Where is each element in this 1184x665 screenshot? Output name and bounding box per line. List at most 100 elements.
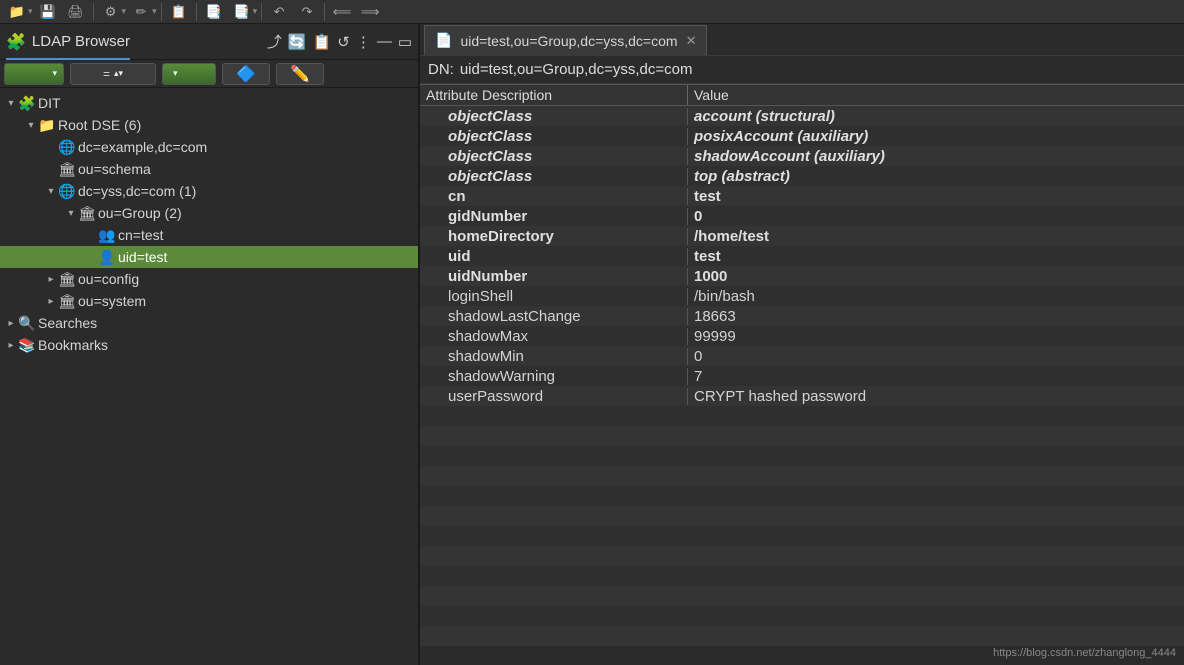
toolbar-btn-9[interactable]: ↷ bbox=[294, 2, 320, 22]
attr-name: shadowLastChange bbox=[420, 308, 688, 325]
tab-file-icon: 📄 bbox=[435, 32, 452, 49]
tree-row-5[interactable]: ▾🏛ou=Group (2) bbox=[0, 202, 418, 224]
attr-row-3[interactable]: objectClasstop (abstract) bbox=[420, 166, 1184, 186]
tree-node-icon: 📁 bbox=[38, 117, 56, 134]
tree-expander[interactable]: ▸ bbox=[44, 296, 58, 307]
attr-row-5[interactable]: gidNumber0 bbox=[420, 206, 1184, 226]
attr-name: loginShell bbox=[420, 288, 688, 305]
left-panel-header: 🧩 LDAP Browser ⤴🔄📋↺⋮—▭ bbox=[0, 24, 418, 60]
tree-expander[interactable]: ▾ bbox=[44, 186, 58, 197]
right-panel: 📄 uid=test,ou=Group,dc=yss,dc=com ✕ DN: … bbox=[420, 24, 1184, 665]
tree-row-3[interactable]: 🏛ou=schema bbox=[0, 158, 418, 180]
left-header-action-6[interactable]: ▭ bbox=[398, 33, 412, 51]
attr-row-4[interactable]: cntest bbox=[420, 186, 1184, 206]
attr-value: top (abstract) bbox=[688, 168, 1184, 185]
attributes-grid: Attribute Description Value objectClassa… bbox=[420, 84, 1184, 665]
attr-row-11[interactable]: shadowMax99999 bbox=[420, 326, 1184, 346]
left-header-action-5[interactable]: — bbox=[377, 33, 392, 50]
tree-node-icon: 🏛 bbox=[58, 271, 76, 288]
main-toolbar: 📁▾💾🖨⚙▾✏▾📋📑📑▾↶↷⟸⟹ bbox=[0, 0, 1184, 24]
left-panel: 🧩 LDAP Browser ⤴🔄📋↺⋮—▭ ▾ =▴▾ ▾ 🔷 ✏️ ▾🧩DI… bbox=[0, 24, 420, 665]
tab-close-icon[interactable]: ✕ bbox=[686, 33, 697, 49]
ldap-browser-icon: 🧩 bbox=[6, 32, 26, 52]
main-area: 🧩 LDAP Browser ⤴🔄📋↺⋮—▭ ▾ =▴▾ ▾ 🔷 ✏️ ▾🧩DI… bbox=[0, 24, 1184, 665]
tree-expander[interactable]: ▸ bbox=[44, 274, 58, 285]
tree-node-label: Searches bbox=[38, 315, 97, 331]
toolbar-btn-1[interactable]: 💾 bbox=[35, 2, 61, 22]
tree-row-11[interactable]: ▸📚Bookmarks bbox=[0, 334, 418, 356]
tree-node-label: DIT bbox=[38, 95, 61, 111]
tree-row-4[interactable]: ▾🌐dc=yss,dc=com (1) bbox=[0, 180, 418, 202]
tree-node-icon: 🏛 bbox=[78, 205, 96, 222]
tree-node-icon: 📚 bbox=[18, 337, 36, 354]
toolbar-btn-7[interactable]: 📑 bbox=[229, 2, 255, 22]
attr-row-empty bbox=[420, 426, 1184, 446]
attr-row-7[interactable]: uidtest bbox=[420, 246, 1184, 266]
tree-row-6[interactable]: 👥cn=test bbox=[0, 224, 418, 246]
filter-action-2[interactable]: ✏️ bbox=[276, 63, 324, 85]
watermark: https://blog.csdn.net/zhanglong_4444 bbox=[993, 647, 1176, 659]
attr-row-6[interactable]: homeDirectory/home/test bbox=[420, 226, 1184, 246]
attr-name: userPassword bbox=[420, 388, 688, 405]
tree-row-9[interactable]: ▸🏛ou=system bbox=[0, 290, 418, 312]
attr-row-8[interactable]: uidNumber1000 bbox=[420, 266, 1184, 286]
toolbar-btn-11[interactable]: ⟹ bbox=[357, 2, 383, 22]
attr-row-9[interactable]: loginShell/bin/bash bbox=[420, 286, 1184, 306]
tree-row-10[interactable]: ▸🔍Searches bbox=[0, 312, 418, 334]
tree-row-2[interactable]: 🌐dc=example,dc=com bbox=[0, 136, 418, 158]
filter-action-1[interactable]: 🔷 bbox=[222, 63, 270, 85]
grid-header-value[interactable]: Value bbox=[688, 85, 1184, 105]
attr-row-14[interactable]: userPasswordCRYPT hashed password bbox=[420, 386, 1184, 406]
attr-row-12[interactable]: shadowMin0 bbox=[420, 346, 1184, 366]
attr-value: shadowAccount (auxiliary) bbox=[688, 148, 1184, 165]
tree-row-0[interactable]: ▾🧩DIT bbox=[0, 92, 418, 114]
attr-value: 0 bbox=[688, 208, 1184, 225]
toolbar-btn-8[interactable]: ↶ bbox=[266, 2, 292, 22]
attr-row-13[interactable]: shadowWarning7 bbox=[420, 366, 1184, 386]
filter-operator[interactable]: =▴▾ bbox=[70, 63, 156, 85]
tree-expander[interactable]: ▾ bbox=[24, 120, 38, 131]
attr-name: objectClass bbox=[420, 148, 688, 165]
attr-value: 1000 bbox=[688, 268, 1184, 285]
toolbar-btn-10[interactable]: ⟸ bbox=[329, 2, 355, 22]
attr-row-10[interactable]: shadowLastChange18663 bbox=[420, 306, 1184, 326]
attr-row-0[interactable]: objectClassaccount (structural) bbox=[420, 106, 1184, 126]
entry-tab[interactable]: 📄 uid=test,ou=Group,dc=yss,dc=com ✕ bbox=[424, 25, 707, 55]
attr-row-2[interactable]: objectClassshadowAccount (auxiliary) bbox=[420, 146, 1184, 166]
tree-row-1[interactable]: ▾📁Root DSE (6) bbox=[0, 114, 418, 136]
left-header-actions: ⤴ 🔄 📋 ↺ ⋮ — ▭ bbox=[267, 31, 412, 52]
grid-header-attr[interactable]: Attribute Description bbox=[420, 85, 688, 105]
attr-row-1[interactable]: objectClassposixAccount (auxiliary) bbox=[420, 126, 1184, 146]
toolbar-btn-6[interactable]: 📑 bbox=[201, 2, 227, 22]
toolbar-btn-3[interactable]: ⚙ bbox=[98, 2, 124, 22]
attr-row-empty bbox=[420, 406, 1184, 426]
attr-row-empty bbox=[420, 546, 1184, 566]
attr-value: /bin/bash bbox=[688, 288, 1184, 305]
left-header-action-0[interactable]: ⤴ bbox=[267, 31, 282, 52]
left-header-action-2[interactable]: 📋 bbox=[313, 33, 332, 51]
toolbar-btn-4[interactable]: ✏ bbox=[128, 2, 154, 22]
left-header-action-1[interactable]: 🔄 bbox=[288, 33, 307, 51]
toolbar-btn-5[interactable]: 📋 bbox=[166, 2, 192, 22]
filter-combo-2[interactable]: ▾ bbox=[162, 63, 216, 85]
left-header-action-3[interactable]: ↺ bbox=[337, 33, 350, 51]
attr-name: objectClass bbox=[420, 168, 688, 185]
tree-node-label: uid=test bbox=[118, 249, 167, 265]
tree-expander[interactable]: ▸ bbox=[4, 318, 18, 329]
tree-expander[interactable]: ▾ bbox=[64, 208, 78, 219]
tree-node-label: cn=test bbox=[118, 227, 164, 243]
tree-row-7[interactable]: 👤uid=test bbox=[0, 246, 418, 268]
toolbar-btn-2[interactable]: 🖨 bbox=[63, 2, 89, 22]
ldap-tree: ▾🧩DIT▾📁Root DSE (6)🌐dc=example,dc=com🏛ou… bbox=[0, 88, 418, 665]
attr-name: objectClass bbox=[420, 108, 688, 125]
attr-name: cn bbox=[420, 188, 688, 205]
tree-expander[interactable]: ▸ bbox=[4, 340, 18, 351]
attr-row-empty bbox=[420, 626, 1184, 646]
filter-combo-1[interactable]: ▾ bbox=[4, 63, 64, 85]
attr-value: 99999 bbox=[688, 328, 1184, 345]
toolbar-btn-0[interactable]: 📁 bbox=[4, 2, 30, 22]
left-header-action-4[interactable]: ⋮ bbox=[356, 33, 371, 51]
tree-row-8[interactable]: ▸🏛ou=config bbox=[0, 268, 418, 290]
tree-expander[interactable]: ▾ bbox=[4, 98, 18, 109]
filter-operator-label: = bbox=[103, 67, 110, 81]
